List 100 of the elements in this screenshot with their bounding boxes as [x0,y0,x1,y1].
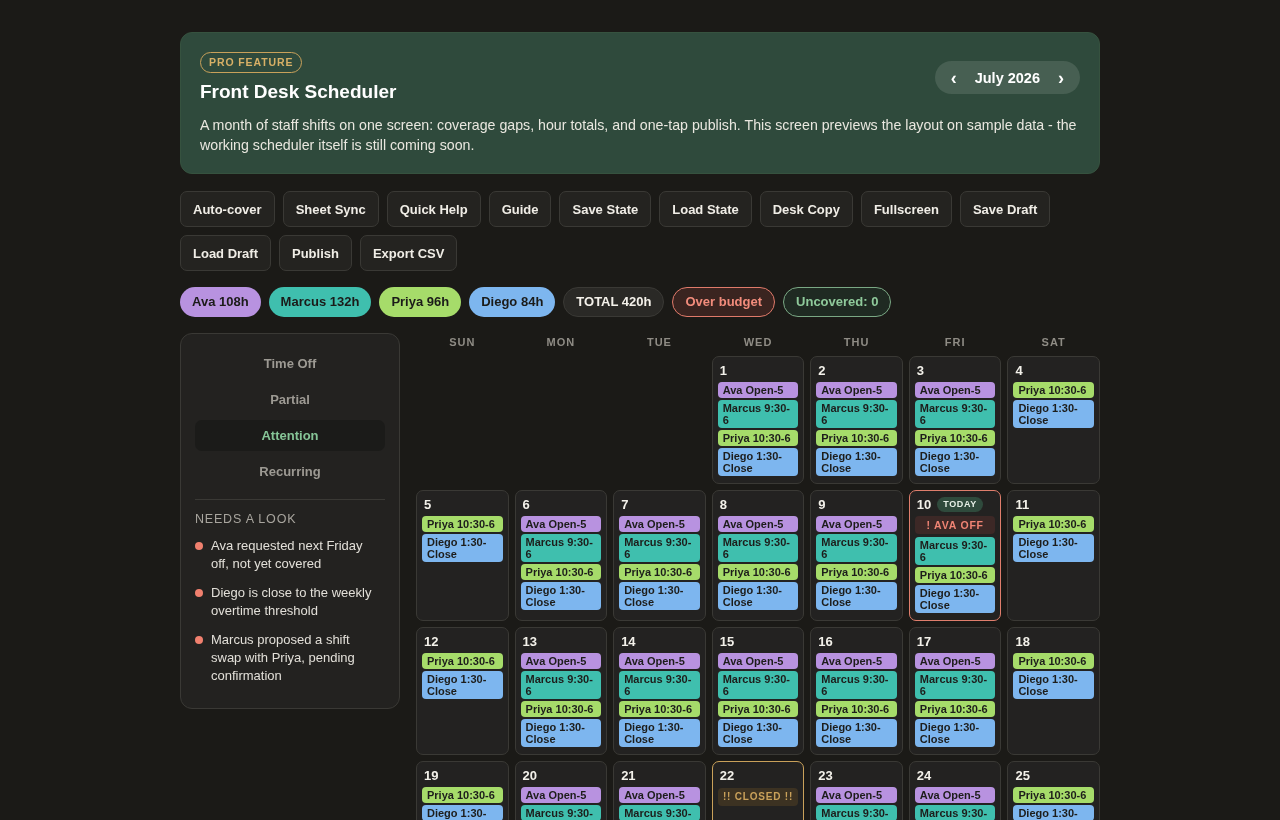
previous-month-button[interactable]: ‹ [942,67,965,88]
time-off-alert: ! AVA OFF [914,516,996,534]
shift-chip: Ava Open-5 [717,653,799,669]
shift-chip: Diego 1:30-Close [619,719,700,747]
shift-chip: Priya 10:30-6 [914,567,996,583]
toolbar-button[interactable]: Fullscreen [860,191,952,227]
weekday-label: THU [842,335,871,350]
day-number: 12 [424,634,439,649]
shift-chip: Diego 1:30-Close [520,719,602,747]
day-number: 9 [818,497,826,512]
shift-chip: Priya 10:30-6 [422,653,503,669]
shift-chip: Diego 1:30-Close [717,448,799,476]
shift-chip: Priya 10:30-6 [816,701,897,717]
dot-icon [195,589,203,597]
shift-chip: Marcus 9:30-6 [914,671,996,699]
shift-chip: Marcus 9:30- [914,805,996,820]
shift-chip: Priya 10:30-6 [717,430,799,446]
toolbar-button[interactable]: Load Draft [180,235,271,271]
shift-chip: Marcus 9:30-6 [717,534,799,562]
staff-hours-chip: Priya 96h [379,287,462,317]
day-number: 15 [719,634,735,649]
weekday-label: FRI [943,335,967,350]
filter-tab[interactable]: Time Off [195,348,385,379]
toolbar-button[interactable]: Save Draft [959,191,1051,227]
toolbar-button[interactable]: Export CSV [359,235,458,271]
shift-chip: Priya 10:30-6 [1013,516,1094,532]
shift-chip: Priya 10:30-6 [914,430,996,446]
shift-chip: Priya 10:30-6 [619,701,700,717]
shift-chip: Marcus 9:30- [619,805,700,820]
shift-chip: Ava Open-5 [520,653,602,669]
notice-text: Diego is close to the weekly overtime threshold [211,584,373,620]
day-number: 13 [522,634,538,649]
shift-chip: Ava Open-5 [520,516,602,532]
weekday-label: SAT [1040,335,1067,350]
warning-chip: Over budget [672,287,776,317]
shift-chip: Priya 10:30-6 [1013,787,1094,803]
dot-icon [195,542,203,550]
shift-chip: Priya 10:30-6 [422,516,503,532]
shift-chip: Ava Open-5 [619,787,700,803]
day-number: 17 [916,634,932,649]
shift-chip: Diego 1:30-Close [914,585,996,613]
shift-chip: Diego 1:30-Close [717,582,799,610]
toolbar-button[interactable]: Sheet Sync [282,191,379,227]
toolbar-button[interactable]: Quick Help [386,191,481,227]
shift-chip: Marcus 9:30-6 [816,534,897,562]
shift-chip: Priya 10:30-6 [717,701,799,717]
next-month-button[interactable]: › [1050,67,1072,88]
shift-chip: Marcus 9:30-6 [914,537,996,565]
shift-chip: Marcus 9:30-6 [520,534,602,562]
shift-chip: Diego 1:30-Close [816,448,897,476]
shift-chip: Marcus 9:30-6 [816,671,897,699]
day-number: 7 [621,497,629,512]
weekday-label: WED [742,335,774,350]
shift-chip: Priya 10:30-6 [619,564,700,580]
shift-chip: Marcus 9:30-6 [717,400,799,428]
filter-tab[interactable]: Attention [195,420,385,451]
shift-chip: Marcus 9:30- [520,805,602,820]
day-number: 8 [719,497,727,512]
shift-chip: Diego 1:30-Close [520,582,602,610]
toolbar-button[interactable]: Publish [279,235,352,271]
filter-tab[interactable]: Recurring [195,456,385,487]
filter-tab[interactable]: Partial [195,384,385,415]
shift-chip: Ava Open-5 [816,653,897,669]
toolbar-button[interactable]: Load State [659,191,752,227]
day-number: 18 [1015,634,1030,649]
shift-chip: Ava Open-5 [816,516,897,532]
day-number: 23 [818,768,833,783]
day-number: 24 [916,768,932,783]
shift-chip: Diego 1:30-Close [619,582,700,610]
shift-chip: Marcus 9:30-6 [520,671,602,699]
shift-chip: Ava Open-5 [520,787,602,803]
day-number: 1 [719,363,727,378]
day-number: 4 [1015,363,1023,378]
staff-hours-chip: Marcus 132h [268,287,372,317]
total-hours-chip: TOTAL 420h [563,287,665,317]
toolbar-button[interactable]: Guide [488,191,552,227]
day-number: 22 [719,768,735,783]
shift-chip: Ava Open-5 [914,787,996,803]
shift-chip: Diego 1:30- [1013,805,1094,820]
closed-notice: !! CLOSED !! [717,788,799,806]
today-badge: TODAY [937,497,983,512]
shift-chip: Priya 10:30-6 [816,430,897,446]
day-number: 11 [1015,497,1030,512]
toolbar-button[interactable]: Auto-cover [180,191,275,227]
toolbar-button[interactable]: Desk Copy [759,191,853,227]
shift-chip: Diego 1:30-Close [422,534,503,562]
shift-chip: Ava Open-5 [816,787,897,803]
shift-chip: Priya 10:30-6 [520,564,602,580]
shift-chip: Marcus 9:30-6 [619,671,700,699]
shift-chip: Ava Open-5 [717,382,799,398]
shift-chip: Ava Open-5 [816,382,897,398]
toolbar-button[interactable]: Save State [559,191,652,227]
shift-chip: Priya 10:30-6 [520,701,602,717]
shift-chip: Priya 10:30-6 [1013,382,1094,398]
shift-chip: Ava Open-5 [619,653,700,669]
day-number: 21 [621,768,636,783]
shift-chip: Priya 10:30-6 [816,564,897,580]
shift-chip: Diego 1:30-Close [914,448,996,476]
day-number: 19 [424,768,439,783]
day-number: 2 [818,363,826,378]
